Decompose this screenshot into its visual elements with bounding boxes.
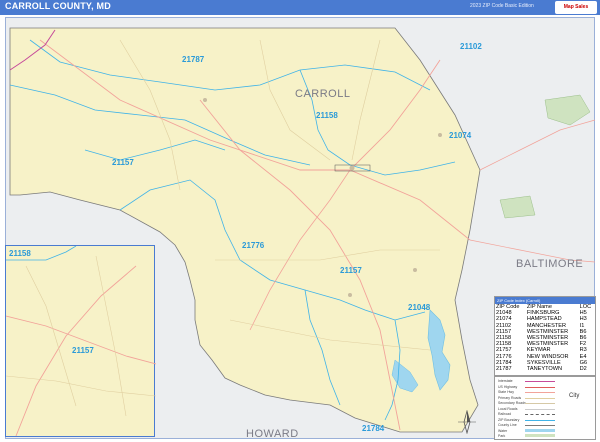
legend-title: ZIP Code Index (Carroll)	[495, 297, 595, 304]
zip-label: 21158	[316, 111, 338, 120]
neighbor-label-baltimore: BALTIMORE	[516, 258, 584, 270]
zip-label: 21784	[362, 424, 385, 433]
park	[499, 195, 536, 219]
key-label: State Hwy	[498, 390, 514, 394]
key-label: Railroad	[498, 412, 512, 416]
key-label: Water	[498, 428, 508, 433]
zip-label: 21074	[449, 131, 472, 140]
zip-label: 21102	[460, 42, 482, 51]
inset-map: 21158 21157	[5, 245, 156, 437]
town-dot	[348, 293, 352, 297]
key-swatch	[525, 408, 555, 410]
key-swatch	[525, 414, 555, 415]
zip-index-legend: ZIP Code Index (Carroll) ZIP Code ZIP Na…	[494, 296, 596, 376]
key-swatch	[525, 403, 555, 404]
inset-zip-label: 21157	[72, 346, 94, 355]
zip-label: 21776	[242, 241, 265, 250]
county-name-label: CARROLL	[295, 88, 351, 100]
inset-zip-label: 21158	[9, 249, 31, 258]
inset-road	[6, 375, 156, 397]
key-label: Interstate	[498, 379, 513, 383]
town-dot	[349, 165, 355, 171]
key-label: ZIP Boundary	[498, 417, 520, 422]
name-cell: TANEYTOWN	[526, 366, 563, 373]
inset-road	[95, 255, 127, 417]
zip-label: 21787	[182, 55, 205, 64]
zip-cell: 21787	[496, 366, 512, 373]
key-label: Secondary Roads	[498, 401, 526, 405]
road	[479, 119, 596, 171]
neighbor-label-howard: HOWARD	[246, 428, 299, 440]
key-swatch	[525, 397, 555, 399]
town-dot	[413, 268, 417, 272]
town-dot	[203, 98, 207, 102]
table-row: 21074 HAMPSTEAD H3	[495, 316, 595, 322]
key-swatch	[525, 381, 555, 382]
table-row: 21787 TANEYTOWN D2	[495, 366, 595, 372]
map-key: Interstate US Highway State Hwy Primary …	[494, 376, 596, 440]
zip-label: 21048	[408, 303, 431, 312]
key-label: Primary Roads	[498, 395, 522, 400]
table-row: 21757 KEYMAR R3	[495, 347, 595, 353]
compass-rose-icon	[458, 410, 476, 434]
inset-road	[6, 315, 156, 365]
key-swatch	[525, 429, 555, 432]
park	[544, 94, 591, 126]
inset-drawing	[6, 246, 156, 437]
key-swatch	[525, 425, 555, 426]
key-swatch	[525, 434, 555, 437]
inset-road	[25, 265, 77, 407]
zip-label: 21157	[340, 266, 362, 275]
key-label: Local Roads	[498, 406, 518, 411]
key-label: US Highway	[498, 384, 518, 389]
zip-index-table: ZIP Code ZIP Name LOC 21048 FINKSBURG H5 2…	[495, 304, 595, 372]
key-swatch	[525, 419, 555, 421]
key-swatch	[525, 386, 555, 388]
town-dot	[438, 133, 442, 137]
table-row: 21102 MANCHESTER I1	[495, 323, 595, 329]
zip-label: 21157	[112, 158, 134, 167]
key-label: Park	[498, 434, 506, 438]
table-row: 21776 NEW WINDSOR E4	[495, 354, 595, 360]
key-city-label: City	[569, 393, 580, 399]
key-label: County Line	[498, 423, 517, 427]
loc-cell: D2	[579, 366, 587, 373]
key-swatch	[525, 392, 555, 393]
